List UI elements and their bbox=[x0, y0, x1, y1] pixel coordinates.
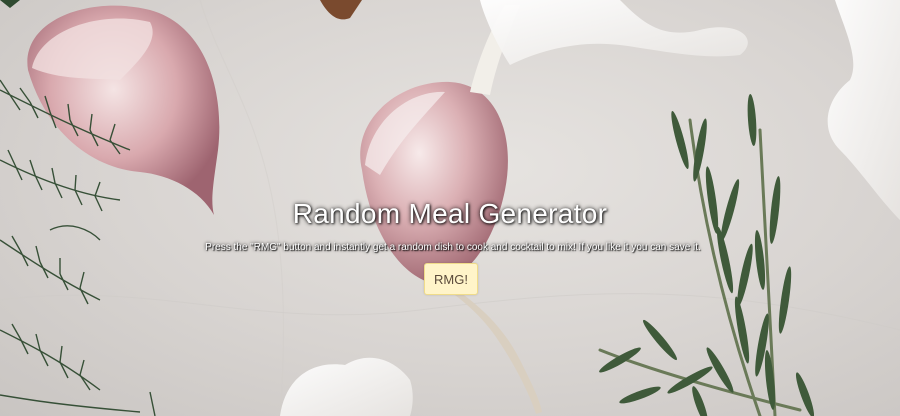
hero-section: Random Meal Generator Press the "RMG" bu… bbox=[0, 0, 900, 416]
rmg-button[interactable]: RMG! bbox=[424, 263, 478, 295]
hero-description: Press the "RMG" button and instantly get… bbox=[205, 242, 701, 253]
hero-content: Random Meal Generator Press the "RMG" bu… bbox=[0, 0, 900, 416]
page-title: Random Meal Generator bbox=[292, 198, 608, 229]
